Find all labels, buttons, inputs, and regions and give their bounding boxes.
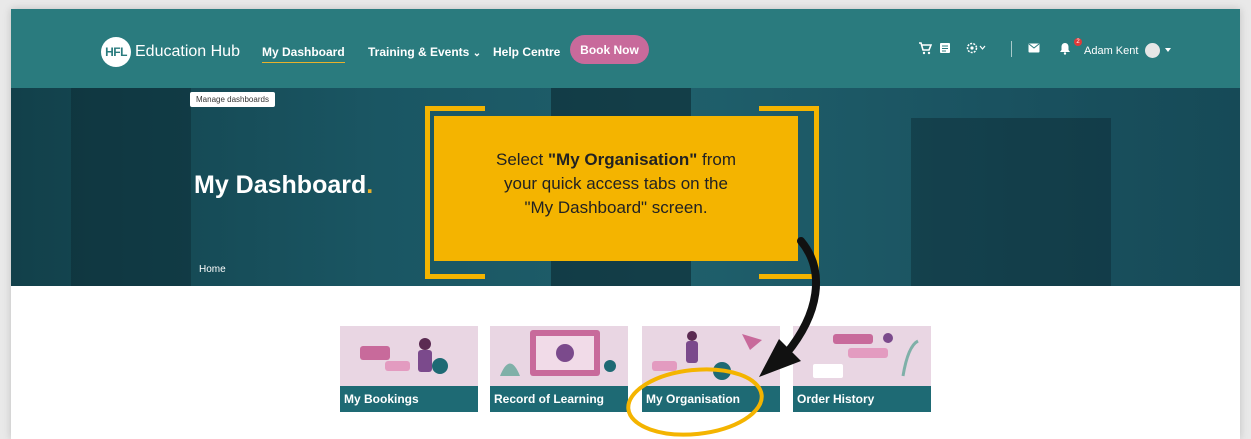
highlight-circle	[626, 367, 764, 437]
arrow-annotation	[782, 237, 821, 358]
annotation-overlay	[626, 237, 821, 437]
page-frame: HFL Education Hub My Dashboard Training …	[11, 9, 1240, 439]
